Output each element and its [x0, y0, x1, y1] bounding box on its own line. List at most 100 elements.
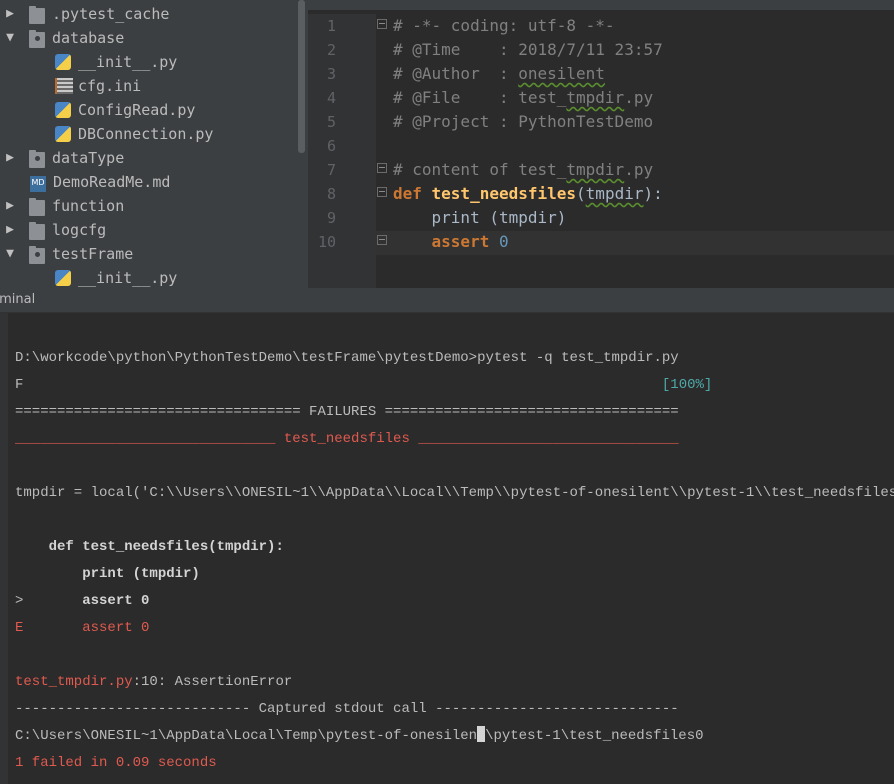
code-token: def: [393, 184, 432, 203]
tree-item[interactable]: ▶ logcfg: [0, 218, 295, 242]
code-token: test_needsfiles: [431, 184, 577, 203]
tree-item-label: __init__.py: [78, 53, 178, 71]
tree-item-label: DemoReadMe.md: [53, 173, 171, 191]
python-file-icon: [55, 54, 71, 70]
terminal-header[interactable]: rminal: [0, 288, 894, 313]
terminal-line: C:\Users\ONESIL~1\AppData\Local\Temp\pyt…: [15, 725, 704, 747]
expand-arrow-icon[interactable]: ▶: [3, 218, 17, 242]
collapse-arrow-icon[interactable]: ▼: [3, 26, 17, 50]
code-token: # content of test_: [393, 160, 567, 179]
ini-file-icon: [55, 78, 73, 94]
code-token: 0: [498, 232, 509, 251]
collapse-arrow-icon[interactable]: ▼: [3, 242, 17, 266]
tree-scrollbar[interactable]: [296, 0, 308, 288]
tree-scrollbar-thumb[interactable]: [298, 0, 305, 153]
code-text: print (tmpdir): [393, 206, 567, 230]
fold-marker-icon[interactable]: [377, 163, 387, 173]
fold-marker-icon[interactable]: [377, 235, 387, 245]
code-editor[interactable]: 1 # -*- coding: utf-8 -*- 2 # @Time : 2018/…: [308, 0, 894, 288]
tree-item[interactable]: ▶ .pytest_cache: [0, 2, 295, 26]
line-number: 7: [326, 161, 336, 179]
terminal-text: C:\Users\ONESIL~1\AppData\Local\Temp\pyt…: [15, 728, 478, 744]
line-number: 3: [326, 65, 336, 83]
tree-item-label: function: [52, 197, 125, 215]
package-folder-icon: [29, 246, 45, 264]
terminal-line: ================================== FAILU…: [15, 401, 679, 423]
editor-tab-bar: [308, 0, 894, 10]
tree-item[interactable]: DBConnection.py: [0, 122, 295, 146]
line-number: 8: [326, 185, 336, 203]
terminal-text: 1 failed in 0.09 seconds: [15, 755, 217, 771]
terminal-output[interactable]: D:\workcode\python\PythonTestDemo\testFr…: [0, 313, 894, 784]
tree-item[interactable]: ▶ function: [0, 194, 295, 218]
tree-item-label: testFrame: [52, 245, 134, 263]
tree-item[interactable]: __init__.py: [0, 266, 295, 288]
project-tree: ▶ .pytest_cache ▼ database __init__.py cfg.in…: [0, 2, 295, 288]
line-number: 1: [326, 17, 336, 35]
tree-item-label: dataType: [52, 149, 125, 167]
line-number: 4: [326, 89, 336, 107]
python-file-icon: [55, 126, 71, 142]
tree-item[interactable]: ▶ dataType: [0, 146, 295, 170]
code-line[interactable]: 1 # -*- coding: utf-8 -*-: [308, 14, 894, 38]
project-tree-panel: ▶ .pytest_cache ▼ database __init__.py cfg.in…: [0, 0, 308, 288]
terminal-toolbar: [0, 313, 8, 784]
code-token: tmpdir: [566, 88, 625, 107]
code-line[interactable]: 4 # @File : test_tmpdir.py: [308, 86, 894, 110]
code-line[interactable]: 8 def test_needsfiles(tmpdir):: [308, 182, 894, 206]
code-token: # @File : test_: [393, 88, 567, 107]
code-token: .py: [624, 88, 654, 107]
terminal-text: print (tmpdir): [15, 566, 200, 582]
folder-icon: [29, 198, 45, 216]
code-text: # @Time : 2018/7/11 23:57: [393, 38, 663, 62]
folder-icon: [29, 222, 45, 240]
code-line[interactable]: 10 assert 0: [308, 230, 894, 254]
tree-item[interactable]: ConfigRead.py: [0, 98, 295, 122]
code-token: # -*- coding: utf-8 -*-: [393, 16, 615, 35]
code-text: # @Project : PythonTestDemo: [393, 110, 653, 134]
tree-item-label: ConfigRead.py: [78, 101, 196, 119]
terminal-text: E assert 0: [15, 620, 150, 636]
code-line[interactable]: 2 # @Time : 2018/7/11 23:57: [308, 38, 894, 62]
tree-item[interactable]: MD DemoReadMe.md: [0, 170, 295, 194]
code-token: ):: [643, 184, 663, 203]
tree-item[interactable]: __init__.py: [0, 50, 295, 74]
terminal-text: F: [15, 377, 662, 393]
tree-item[interactable]: ▼ database: [0, 26, 295, 50]
code-line[interactable]: 6: [308, 134, 894, 158]
tree-item-label: cfg.ini: [78, 77, 142, 95]
terminal-text: ================================== FAILU…: [15, 404, 679, 420]
code-text: # -*- coding: utf-8 -*-: [393, 14, 615, 38]
markdown-file-icon: MD: [30, 176, 46, 192]
fold-marker-icon[interactable]: [377, 19, 387, 29]
code-token: # @Author :: [393, 64, 519, 83]
tree-item-label: __init__.py: [78, 269, 178, 287]
terminal-text: test_tmpdir.py: [15, 674, 133, 690]
terminal-text: >: [15, 593, 83, 609]
tree-item[interactable]: ▼ testFrame: [0, 242, 295, 266]
line-number: 2: [326, 41, 336, 59]
expand-arrow-icon[interactable]: ▶: [3, 2, 17, 26]
code-line[interactable]: 7 # content of test_tmpdir.py: [308, 158, 894, 182]
terminal-text: assert 0: [82, 593, 150, 609]
terminal-line: D:\workcode\python\PythonTestDemo\testFr…: [15, 347, 679, 369]
code-line[interactable]: 9 print (tmpdir): [308, 206, 894, 230]
expand-arrow-icon[interactable]: ▶: [3, 146, 17, 170]
code-token: # @Time : 2018/7/11 23:57: [393, 40, 663, 59]
tree-item[interactable]: cfg.ini: [0, 74, 295, 98]
expand-arrow-icon[interactable]: ▶: [3, 194, 17, 218]
terminal-text: _______________________________ test_nee…: [15, 431, 679, 447]
package-folder-icon: [29, 150, 45, 168]
code-text: # content of test_tmpdir.py: [393, 158, 653, 182]
code-token: tmpdir: [566, 160, 625, 179]
code-line[interactable]: 5 # @Project : PythonTestDemo: [308, 110, 894, 134]
terminal-line: test_tmpdir.py:10: AssertionError: [15, 671, 292, 693]
terminal-text: [100%]: [661, 377, 713, 393]
fold-marker-icon[interactable]: [377, 187, 387, 197]
code-line[interactable]: 3 # @Author : onesilent: [308, 62, 894, 86]
line-number: 9: [326, 209, 336, 227]
code-token: .py: [624, 160, 654, 179]
terminal-text: ---------------------------- Captured st…: [15, 701, 679, 717]
code-text: def test_needsfiles(tmpdir):: [393, 182, 663, 206]
